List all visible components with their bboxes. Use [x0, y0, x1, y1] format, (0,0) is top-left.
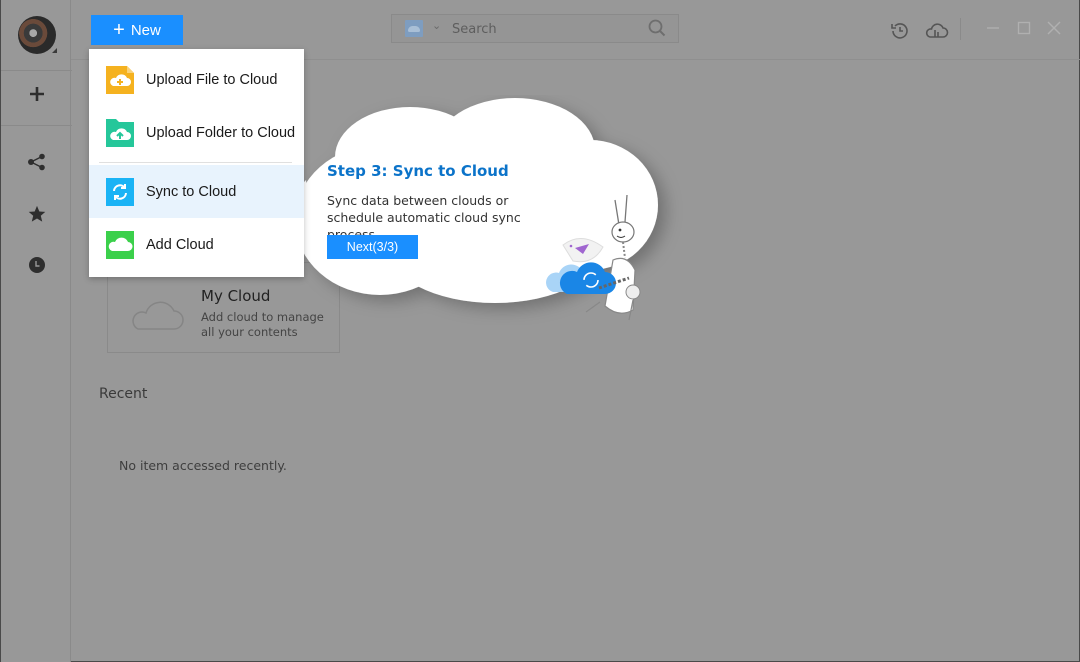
- upload-folder-icon: [106, 118, 134, 147]
- my-cloud-title: My Cloud: [201, 287, 271, 305]
- chevron-down-icon[interactable]: ⌄: [432, 19, 441, 32]
- search-icon[interactable]: [648, 19, 666, 37]
- tour-title: Step 3: Sync to Cloud: [327, 162, 509, 180]
- plus-icon: +: [113, 19, 125, 41]
- new-dropdown-menu: Upload File to Cloud Upload Folder to Cl…: [89, 49, 304, 277]
- star-icon: [28, 205, 46, 222]
- tour-next-button[interactable]: Next(3/3): [327, 235, 418, 259]
- avatar-caret-icon: [52, 48, 57, 53]
- plus-icon: [30, 87, 44, 101]
- close-icon[interactable]: [1046, 20, 1062, 36]
- menu-item-add-cloud[interactable]: Add Cloud: [89, 218, 304, 271]
- menu-item-label: Add Cloud: [146, 236, 214, 253]
- cloud-selector-icon[interactable]: [405, 20, 423, 37]
- new-button[interactable]: + New: [91, 15, 183, 45]
- sync-icon: [106, 177, 134, 206]
- toolbar-divider: [960, 18, 961, 40]
- sidebar-item-recent[interactable]: [27, 255, 47, 275]
- left-sidebar: [0, 0, 72, 662]
- menu-item-upload-file[interactable]: Upload File to Cloud: [89, 53, 304, 106]
- cloud-transfer-icon[interactable]: [924, 20, 949, 42]
- sidebar-item-add[interactable]: [27, 84, 47, 104]
- clock-icon: [29, 257, 45, 273]
- kangaroo-mascot-icon: [546, 194, 641, 321]
- menu-divider: [99, 162, 292, 163]
- menu-item-sync-to-cloud[interactable]: Sync to Cloud: [89, 165, 304, 218]
- menu-item-label: Sync to Cloud: [146, 183, 237, 200]
- menu-item-label: Upload File to Cloud: [146, 71, 278, 88]
- menu-item-label: Upload Folder to Cloud: [146, 124, 296, 141]
- history-icon[interactable]: [889, 20, 911, 42]
- recent-section-title: Recent: [99, 386, 148, 402]
- minimize-icon[interactable]: [985, 20, 1001, 36]
- add-cloud-icon: [106, 230, 134, 259]
- sidebar-item-favorites[interactable]: [27, 204, 47, 224]
- share-icon: [28, 153, 45, 171]
- sidebar-divider: [1, 70, 72, 71]
- upload-file-icon: [106, 65, 134, 94]
- sidebar-item-share[interactable]: [27, 152, 47, 172]
- sidebar-divider: [1, 125, 72, 126]
- user-avatar[interactable]: [18, 16, 56, 54]
- menu-item-upload-folder[interactable]: Upload Folder to Cloud: [89, 106, 304, 159]
- new-button-label: New: [130, 21, 161, 39]
- search-bar: ⌄: [391, 14, 679, 43]
- search-input[interactable]: [452, 18, 632, 40]
- cloud-icon: [132, 301, 184, 330]
- maximize-icon[interactable]: [1016, 20, 1032, 36]
- recent-empty-message: No item accessed recently.: [119, 458, 287, 473]
